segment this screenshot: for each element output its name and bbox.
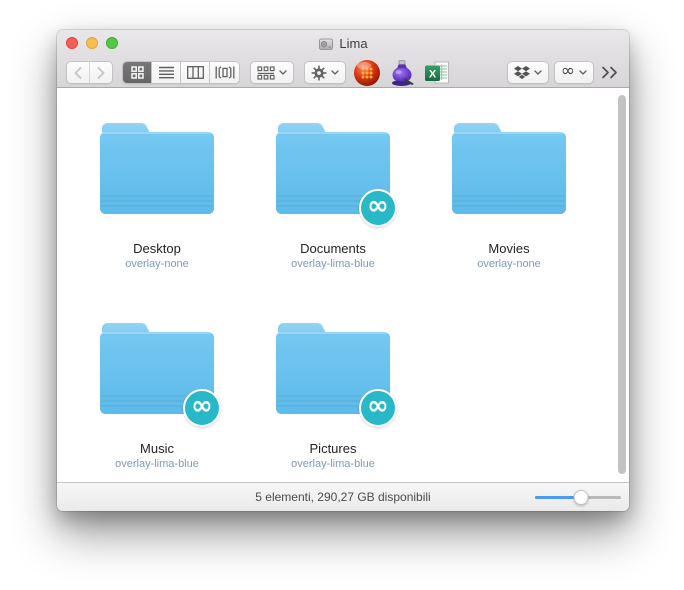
file-overlay-label: overlay-lima-blue [291,458,375,470]
slider-thumb[interactable] [573,490,589,505]
folder-icon [452,123,566,214]
infinity-badge-icon: ∞ [367,191,389,221]
file-item[interactable]: ∞ Documents overlay-lima-blue [245,122,421,322]
vertical-scrollbar[interactable] [618,95,626,474]
chevron-right-icon [97,66,104,79]
sync-badge: ∞ [359,389,397,427]
infinity-badge-icon: ∞ [367,391,389,421]
arrange-icon [257,65,275,80]
nav-buttons [66,61,113,84]
red-sphere-app-icon[interactable] [353,59,381,87]
infinity-icon: ∞ [560,61,575,81]
toolbar: X ∞ [57,57,629,88]
icon-view-icon [130,66,144,79]
icon-view-button[interactable] [123,62,152,83]
arrange-button[interactable] [250,61,294,84]
double-chevron-right-icon [602,66,617,79]
file-name: Movies [488,241,530,256]
sync-badge: ∞ [359,189,397,227]
coverflow-view-icon [215,66,234,79]
action-button[interactable] [304,61,346,84]
coverflow-view-button[interactable] [210,62,239,83]
titlebar: Lima X ∞ [57,30,629,88]
view-switcher [122,61,240,84]
file-item[interactable]: ∞ Music overlay-lima-blue [69,322,245,482]
file-name: Pictures [309,441,357,456]
folder-icon [100,123,214,214]
infinity-badge-icon: ∞ [191,391,213,421]
drive-proxy-icon[interactable] [318,36,334,52]
list-view-icon [158,66,174,79]
file-item[interactable]: Desktop overlay-none [69,122,245,322]
dropbox-button[interactable] [506,61,549,84]
status-bar: 5 elementi, 290,27 GB disponibili [57,482,629,511]
sync-badge: ∞ [183,389,221,427]
list-view-button[interactable] [152,62,181,83]
file-name: Documents [300,241,366,256]
column-view-button[interactable] [181,62,210,83]
back-button[interactable] [68,62,90,83]
file-overlay-label: overlay-none [477,258,541,270]
chevron-down-icon [579,70,587,75]
toolbar-overflow-button[interactable] [601,66,618,79]
file-browser-content: Desktop overlay-none ∞ Documents overlay… [57,89,629,482]
sync-overlay-button[interactable]: ∞ [553,61,594,84]
purple-ink-app-icon[interactable] [388,59,416,87]
chevron-down-icon [331,70,339,75]
column-view-icon [186,66,204,79]
chevron-down-icon [534,70,542,75]
file-overlay-label: overlay-none [125,258,189,270]
file-overlay-label: overlay-lima-blue [115,458,199,470]
file-name: Music [140,441,174,456]
chevron-left-icon [74,66,82,79]
excel-app-icon[interactable]: X [423,59,451,87]
dropbox-icon [513,65,530,79]
finder-window: Lima X ∞ Desktop overlay-none ∞ Document… [57,30,629,511]
chevron-down-icon [279,70,287,75]
window-title-row: Lima [57,35,629,52]
icon-size-slider[interactable] [535,489,621,505]
window-title: Lima [339,36,368,51]
forward-button[interactable] [90,62,112,83]
file-item[interactable]: Movies overlay-none [421,122,597,322]
file-name: Desktop [133,241,181,256]
file-overlay-label: overlay-lima-blue [291,258,375,270]
gear-icon [311,65,327,80]
file-item[interactable]: ∞ Pictures overlay-lima-blue [245,322,421,482]
file-grid: Desktop overlay-none ∞ Documents overlay… [57,89,629,482]
svg-text:X: X [429,68,437,80]
